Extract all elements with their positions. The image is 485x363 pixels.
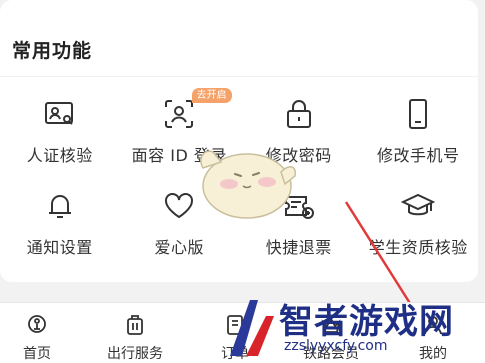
tab-home[interactable]: 首页 — [2, 313, 72, 363]
tab-travel-services[interactable]: 出行服务 — [100, 313, 170, 363]
watermark-url: zzslyyxcfy.com — [284, 338, 388, 354]
divider — [0, 76, 478, 77]
function-id-verify[interactable]: 人证核验 — [0, 96, 120, 166]
site-watermark: 智者游戏网 zzslyyxcfy.com — [222, 296, 485, 363]
function-notification-settings[interactable]: 通知设置 — [0, 188, 120, 258]
watermark-text: 智者游戏网 — [279, 302, 454, 342]
function-label: 人证核验 — [26, 146, 93, 165]
function-label: 通知设置 — [26, 238, 93, 257]
tab-label: 首页 — [23, 346, 51, 362]
mascot-image — [200, 150, 297, 219]
watermark-logo-icon — [230, 300, 274, 356]
function-label: 修改手机号 — [376, 146, 460, 165]
function-change-phone[interactable]: 修改手机号 — [359, 96, 479, 166]
id-card-check-icon — [42, 96, 78, 132]
lock-icon — [281, 96, 317, 132]
enable-badge: 去开启 — [191, 88, 232, 103]
phone-icon — [400, 96, 436, 132]
section-title: 常用功能 — [12, 40, 93, 62]
function-label: 快捷退票 — [265, 238, 332, 257]
function-label: 爱心版 — [154, 238, 204, 257]
train-home-icon — [28, 315, 46, 333]
luggage-icon — [127, 315, 143, 335]
tab-label: 出行服务 — [107, 346, 163, 362]
bell-icon — [42, 188, 78, 224]
